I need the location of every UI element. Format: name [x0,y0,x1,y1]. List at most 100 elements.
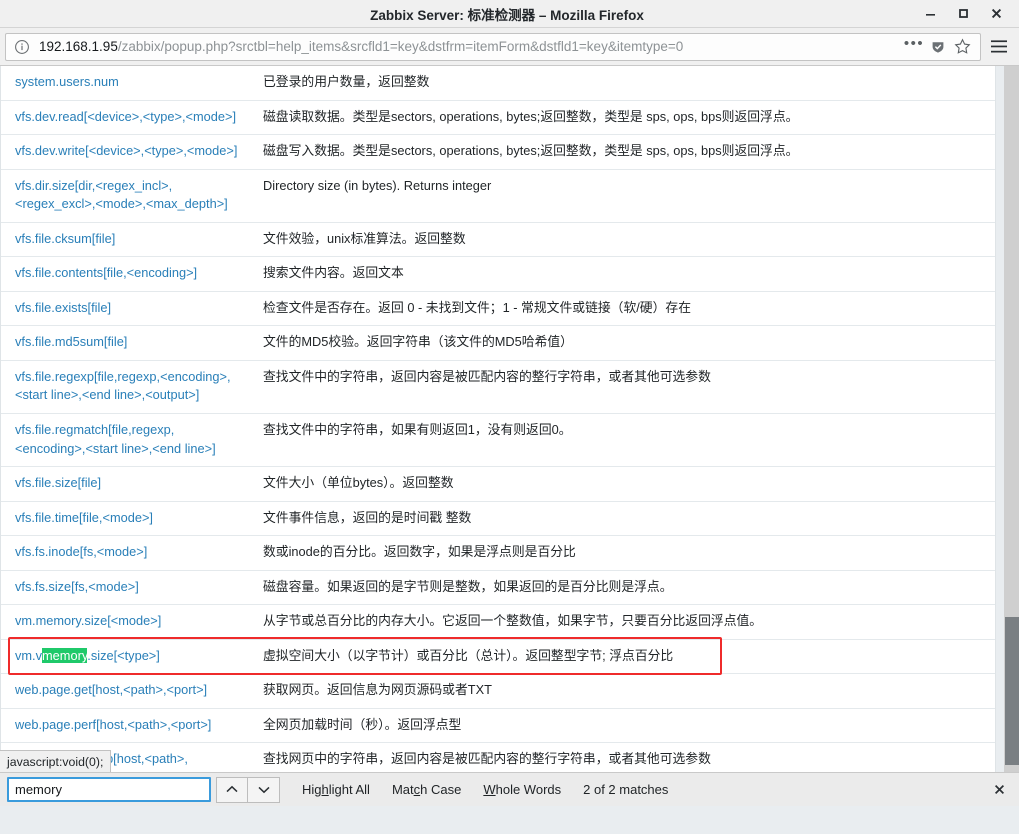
item-key-cell: vfs.file.contents[file,<encoding>] [1,256,249,292]
find-match-highlight: memory [42,647,88,663]
item-description-cell: 查找文件中的字符串，如果有则返回1，没有则返回0。 [249,413,995,468]
table-row: vfs.file.cksum[file] 文件效验，unix标准算法。返回整数 [1,222,995,258]
highlight-all-key: h [321,782,329,797]
item-key-link[interactable]: web.page.get[host,<path>,<port>] [15,682,207,697]
item-key-link[interactable]: web.page.perf[host,<path>,<port>] [15,717,211,732]
item-key-link[interactable]: vfs.dir.size[dir,<regex_incl>,<regex_exc… [15,178,228,212]
item-key-link[interactable]: system.users.num [15,74,119,89]
find-input[interactable] [7,777,211,802]
close-icon[interactable] [980,0,1013,28]
table-row: vfs.file.regexp[file,regexp,<encoding>,<… [1,360,995,415]
ellipsis-icon[interactable]: ••• [902,35,926,59]
find-toolbar: Highlight All Match Case Whole Words 2 o… [0,772,1019,806]
item-description-cell: 已登录的用户数量，返回整数 [249,66,995,101]
item-key-cell: vfs.file.exists[file] [1,291,249,327]
match-case-pre: Mat [391,782,414,797]
item-key-cell: vfs.file.cksum[file] [1,222,249,258]
item-key-cell: web.page.perf[host,<path>,<port>] [1,708,249,744]
help-items-tbody: system.users.num 已登录的用户数量，返回整数 vfs.dev.rea… [1,66,995,772]
browser-content: system.users.num 已登录的用户数量，返回整数 vfs.dev.rea… [0,66,1019,772]
link-status-tooltip: javascript:void(0); [0,750,112,772]
url-text[interactable]: 192.168.1.95/zabbix/popup.php?srctbl=hel… [39,39,902,54]
item-key-link[interactable]: vfs.dev.write[<device>,<type>,<mode>] [15,143,237,158]
table-row: web.page.get[host,<path>,<port>] 获取网页。返回信… [1,673,995,709]
url-path: /zabbix/popup.php?srctbl=help_items&srcf… [117,39,684,54]
item-description-cell: 检查文件是否存在。返回 0 - 未找到文件；1 - 常规文件或链接（软/硬）存在 [249,291,995,327]
item-description-cell: 从字节或总百分比的内存大小。它返回一个整数值，如果字节，只要百分比返回浮点值。 [249,604,995,640]
table-row: vm.vmemory.size[<type>] 虚拟空间大小（以字节计）或百分比（… [1,639,995,675]
link-status-text: javascript:void(0); [7,754,104,769]
item-key-cell: vfs.fs.size[fs,<mode>] [1,570,249,606]
item-key-link[interactable]: vm.vmemory.size[<type>] [15,647,160,663]
match-case-post: h Case [420,782,462,797]
find-match-status: 2 of 2 matches [583,782,669,797]
item-key-link[interactable]: vfs.file.md5sum[file] [15,334,127,349]
shield-icon[interactable] [926,35,950,59]
table-row: vfs.file.md5sum[file] 文件的MD5校验。返回字符串（该文件的… [1,325,995,361]
item-description-cell: 文件的MD5校验。返回字符串（该文件的MD5哈希值） [249,325,995,361]
chevron-up-icon[interactable] [216,776,248,803]
item-key-link[interactable]: vfs.fs.size[fs,<mode>] [15,579,139,594]
item-key-cell: vfs.file.size[file] [1,466,249,502]
help-items-panel: system.users.num 已登录的用户数量，返回整数 vfs.dev.rea… [0,66,996,772]
item-key-link[interactable]: vm.memory.size[<mode>] [15,613,161,628]
item-key-prefix: vm.v [15,647,43,663]
item-key-link[interactable]: vfs.file.regexp[file,regexp,<encoding>,<… [15,369,231,403]
table-row: web.page.perf[host,<path>,<port>] 全网页加载时间… [1,708,995,744]
item-key-link[interactable]: vfs.fs.inode[fs,<mode>] [15,544,147,559]
urlbar-icon-group: ••• [902,35,974,59]
item-key-link[interactable]: vfs.file.contents[file,<encoding>] [15,265,197,280]
item-key-link[interactable]: vfs.dev.read[<device>,<type>,<mode>] [15,109,236,124]
item-key-cell: web.page.get[host,<path>,<port>] [1,673,249,709]
hamburger-icon[interactable] [984,33,1014,61]
find-nav-buttons [216,776,280,803]
item-key-cell: vm.vmemory.size[<type>] [1,639,249,675]
item-key-link[interactable]: vfs.file.size[file] [15,475,101,490]
item-key-cell: vfs.fs.inode[fs,<mode>] [1,535,249,571]
item-key-cell: vfs.dev.read[<device>,<type>,<mode>] [1,100,249,136]
item-description-cell: Directory size (in bytes). Returns integ… [249,169,995,223]
item-key-link[interactable]: vfs.file.cksum[file] [15,231,115,246]
close-findbar-icon[interactable] [986,777,1012,803]
whole-words-toggle[interactable]: Whole Words [483,782,561,797]
browser-navbar: 192.168.1.95/zabbix/popup.php?srctbl=hel… [0,28,1019,66]
item-key-cell: vfs.file.regexp[file,regexp,<encoding>,<… [1,360,249,415]
table-row: vfs.dir.size[dir,<regex_incl>,<regex_exc… [1,169,995,223]
item-key-cell: vfs.dev.write[<device>,<type>,<mode>] [1,134,249,170]
scrollbar-thumb[interactable] [1005,616,1019,765]
item-key-cell: vm.memory.size[<mode>] [1,604,249,640]
item-description-cell: 文件效验，unix标准算法。返回整数 [249,222,995,258]
url-host: 192.168.1.95 [39,39,118,54]
window-title: Zabbix Server: 标准检测器 – Mozilla Firefox [370,7,644,23]
highlight-all-post: light All [328,782,370,797]
table-row: vfs.file.contents[file,<encoding>] 搜索文件内容… [1,256,995,292]
item-key-suffix: .size[<type>] [87,647,160,663]
item-key-cell: vfs.file.md5sum[file] [1,325,249,361]
item-description-cell: 获取网页。返回信息为网页源码或者TXT [249,673,995,709]
item-key-link[interactable]: vfs.file.exists[file] [15,300,111,315]
whole-words-post: hole Words [495,782,562,797]
minimize-icon[interactable] [914,0,947,28]
item-key-cell: vfs.file.time[file,<mode>] [1,501,249,537]
table-row: vfs.file.size[file] 文件大小（单位bytes）。返回整数 [1,466,995,502]
help-items-table: system.users.num 已登录的用户数量，返回整数 vfs.dev.rea… [1,66,995,772]
table-row: vm.memory.size[<mode>] 从字节或总百分比的内存大小。它返回一… [1,604,995,640]
item-key-link[interactable]: vfs.file.regmatch[file,regexp,<encoding>… [15,422,216,456]
vertical-scrollbar[interactable] [1004,66,1019,772]
chevron-down-icon[interactable] [248,776,280,803]
maximize-icon[interactable] [947,0,980,28]
match-case-toggle[interactable]: Match Case [392,782,461,797]
info-icon[interactable] [14,39,30,55]
item-key-link[interactable]: vfs.file.time[file,<mode>] [15,510,153,525]
table-row: vfs.file.regmatch[file,regexp,<encoding>… [1,413,995,468]
item-description-cell: 数或inode的百分比。返回数字，如果是浮点则是百分比 [249,535,995,571]
star-icon[interactable] [950,35,974,59]
item-description-cell: 文件事件信息，返回的是时间戳 整数 [249,501,995,537]
page-viewport: system.users.num 已登录的用户数量，返回整数 vfs.dev.rea… [0,66,1004,772]
highlight-all-toggle[interactable]: Highlight All [302,782,370,797]
url-bar[interactable]: 192.168.1.95/zabbix/popup.php?srctbl=hel… [5,32,981,61]
whole-words-key: W [483,782,496,797]
window-controls [914,0,1019,27]
table-row: vfs.fs.inode[fs,<mode>] 数或inode的百分比。返回数字，… [1,535,995,571]
item-description-cell: 文件大小（单位bytes）。返回整数 [249,466,995,502]
